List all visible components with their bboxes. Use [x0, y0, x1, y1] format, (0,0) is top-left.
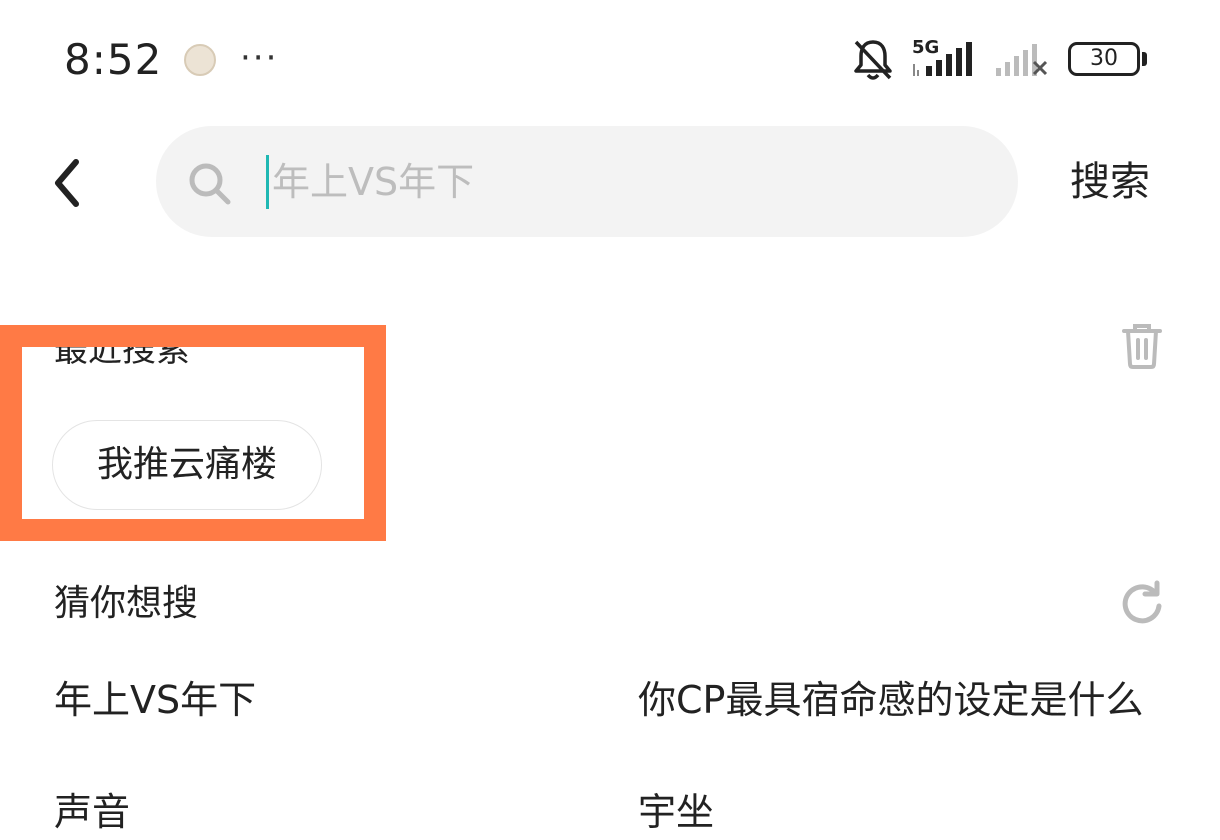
network-type-label: 5G — [912, 37, 940, 58]
suggestion-item[interactable]: 声音 — [54, 784, 130, 840]
more-notifications-icon: ··· — [240, 38, 279, 78]
suggestion-item[interactable]: 你CP最具宿命感的设定是什么 — [638, 672, 1143, 728]
back-arrow-icon[interactable] — [48, 158, 92, 208]
guess-search-title: 猜你想搜 — [54, 583, 199, 624]
mute-bell-icon — [854, 40, 892, 80]
suggestion-item[interactable]: 年上VS年下 — [54, 672, 256, 728]
trash-icon[interactable] — [1120, 322, 1164, 370]
battery-cap — [1142, 52, 1147, 66]
status-time: 8:52 — [64, 35, 163, 84]
highlight-box — [0, 325, 386, 541]
refresh-icon[interactable] — [1118, 580, 1166, 628]
text-caret — [266, 155, 269, 209]
signal-sim2-icon — [996, 44, 1048, 76]
app-notification-icon — [184, 44, 216, 76]
search-button[interactable]: 搜索 — [1070, 152, 1150, 212]
suggestion-item[interactable]: 宇坐 — [638, 784, 714, 840]
search-icon — [189, 163, 231, 205]
battery-level: 30 — [1090, 46, 1118, 71]
search-input[interactable] — [272, 148, 972, 216]
